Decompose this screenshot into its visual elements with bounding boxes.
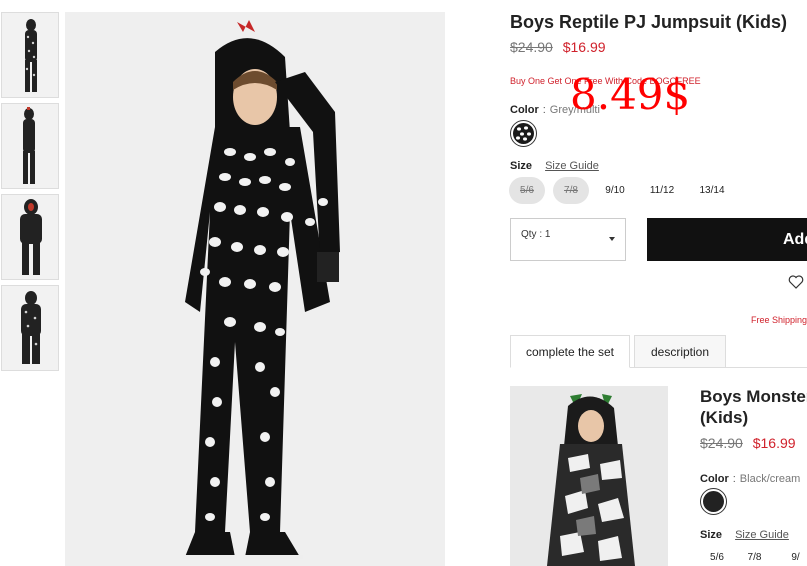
color-swatch-grey-multi[interactable] <box>510 120 537 147</box>
recommended-size-option-5-6[interactable]: 5/6 <box>700 552 734 563</box>
tab-description[interactable]: description <box>634 335 726 368</box>
recommended-swatch-pattern <box>703 491 724 512</box>
size-guide-link[interactable]: Size Guide <box>545 160 599 172</box>
overlay-price-annotation: 8.49$ <box>570 70 691 119</box>
price-block: $24.90 $16.99 <box>510 39 606 55</box>
thumbnail-2[interactable] <box>1 103 59 189</box>
size-options: 5/6 7/8 9/10 11/12 13/14 <box>509 177 733 204</box>
recommended-price-block: $24.90 $16.99 <box>700 435 796 451</box>
quantity-value: Qty : 1 <box>521 229 551 240</box>
color-label: Color <box>510 104 539 116</box>
recommended-size-option-7-8[interactable]: 7/8 <box>734 552 775 563</box>
heart-icon[interactable] <box>788 274 804 290</box>
add-to-bag-button[interactable]: Add <box>647 218 807 261</box>
quantity-select[interactable]: Qty : 1 <box>510 218 626 261</box>
thumbnail-3[interactable] <box>1 194 59 280</box>
size-row: Size Size Guide <box>510 160 599 172</box>
sale-price: $16.99 <box>562 39 606 55</box>
color-separator: : <box>542 104 546 116</box>
tab-complete-the-set[interactable]: complete the set <box>510 335 630 368</box>
size-option-13-14[interactable]: 13/14 <box>691 177 733 204</box>
chevron-down-icon <box>609 237 615 241</box>
recommended-color-label: Color <box>700 473 729 485</box>
recommended-size-label: Size <box>700 529 723 541</box>
recommended-size-option-9[interactable]: 9/ <box>775 552 807 563</box>
size-label: Size <box>510 160 533 172</box>
recommended-sale-price: $16.99 <box>752 435 796 451</box>
recommended-color-swatch[interactable] <box>700 488 727 515</box>
recommended-size-guide-link[interactable]: Size Guide <box>735 529 789 541</box>
tab-bar: complete the set description <box>510 335 807 368</box>
recommended-title-line1: Boys Monster <box>700 387 807 406</box>
recommended-original-price: $24.90 <box>700 435 743 451</box>
recommended-size-options: 5/6 7/8 9/ <box>700 552 807 563</box>
thumbnail-list <box>1 12 59 376</box>
thumbnail-4[interactable] <box>1 285 59 371</box>
recommended-color-value: Black/cream <box>739 473 801 485</box>
recommended-product-image[interactable] <box>510 386 668 566</box>
size-option-11-12[interactable]: 11/12 <box>641 177 683 204</box>
original-price: $24.90 <box>510 39 553 55</box>
size-option-9-10[interactable]: 9/10 <box>597 177 633 204</box>
recommended-title: Boys Monster (Kids) <box>700 386 807 428</box>
recommended-color-row: Color: Black/cream <box>700 473 800 485</box>
main-product-image[interactable] <box>65 12 445 566</box>
thumbnail-1[interactable] <box>1 12 59 98</box>
swatch-pattern <box>513 123 534 144</box>
size-option-5-6[interactable]: 5/6 <box>509 177 545 204</box>
recommended-size-row: Size Size Guide <box>700 529 789 541</box>
size-option-7-8[interactable]: 7/8 <box>553 177 589 204</box>
free-shipping-text: Free Shipping <box>751 315 807 325</box>
recommended-title-line2: (Kids) <box>700 408 749 427</box>
product-title: Boys Reptile PJ Jumpsuit (Kids) <box>510 12 788 32</box>
recommended-color-separator: : <box>732 473 736 485</box>
